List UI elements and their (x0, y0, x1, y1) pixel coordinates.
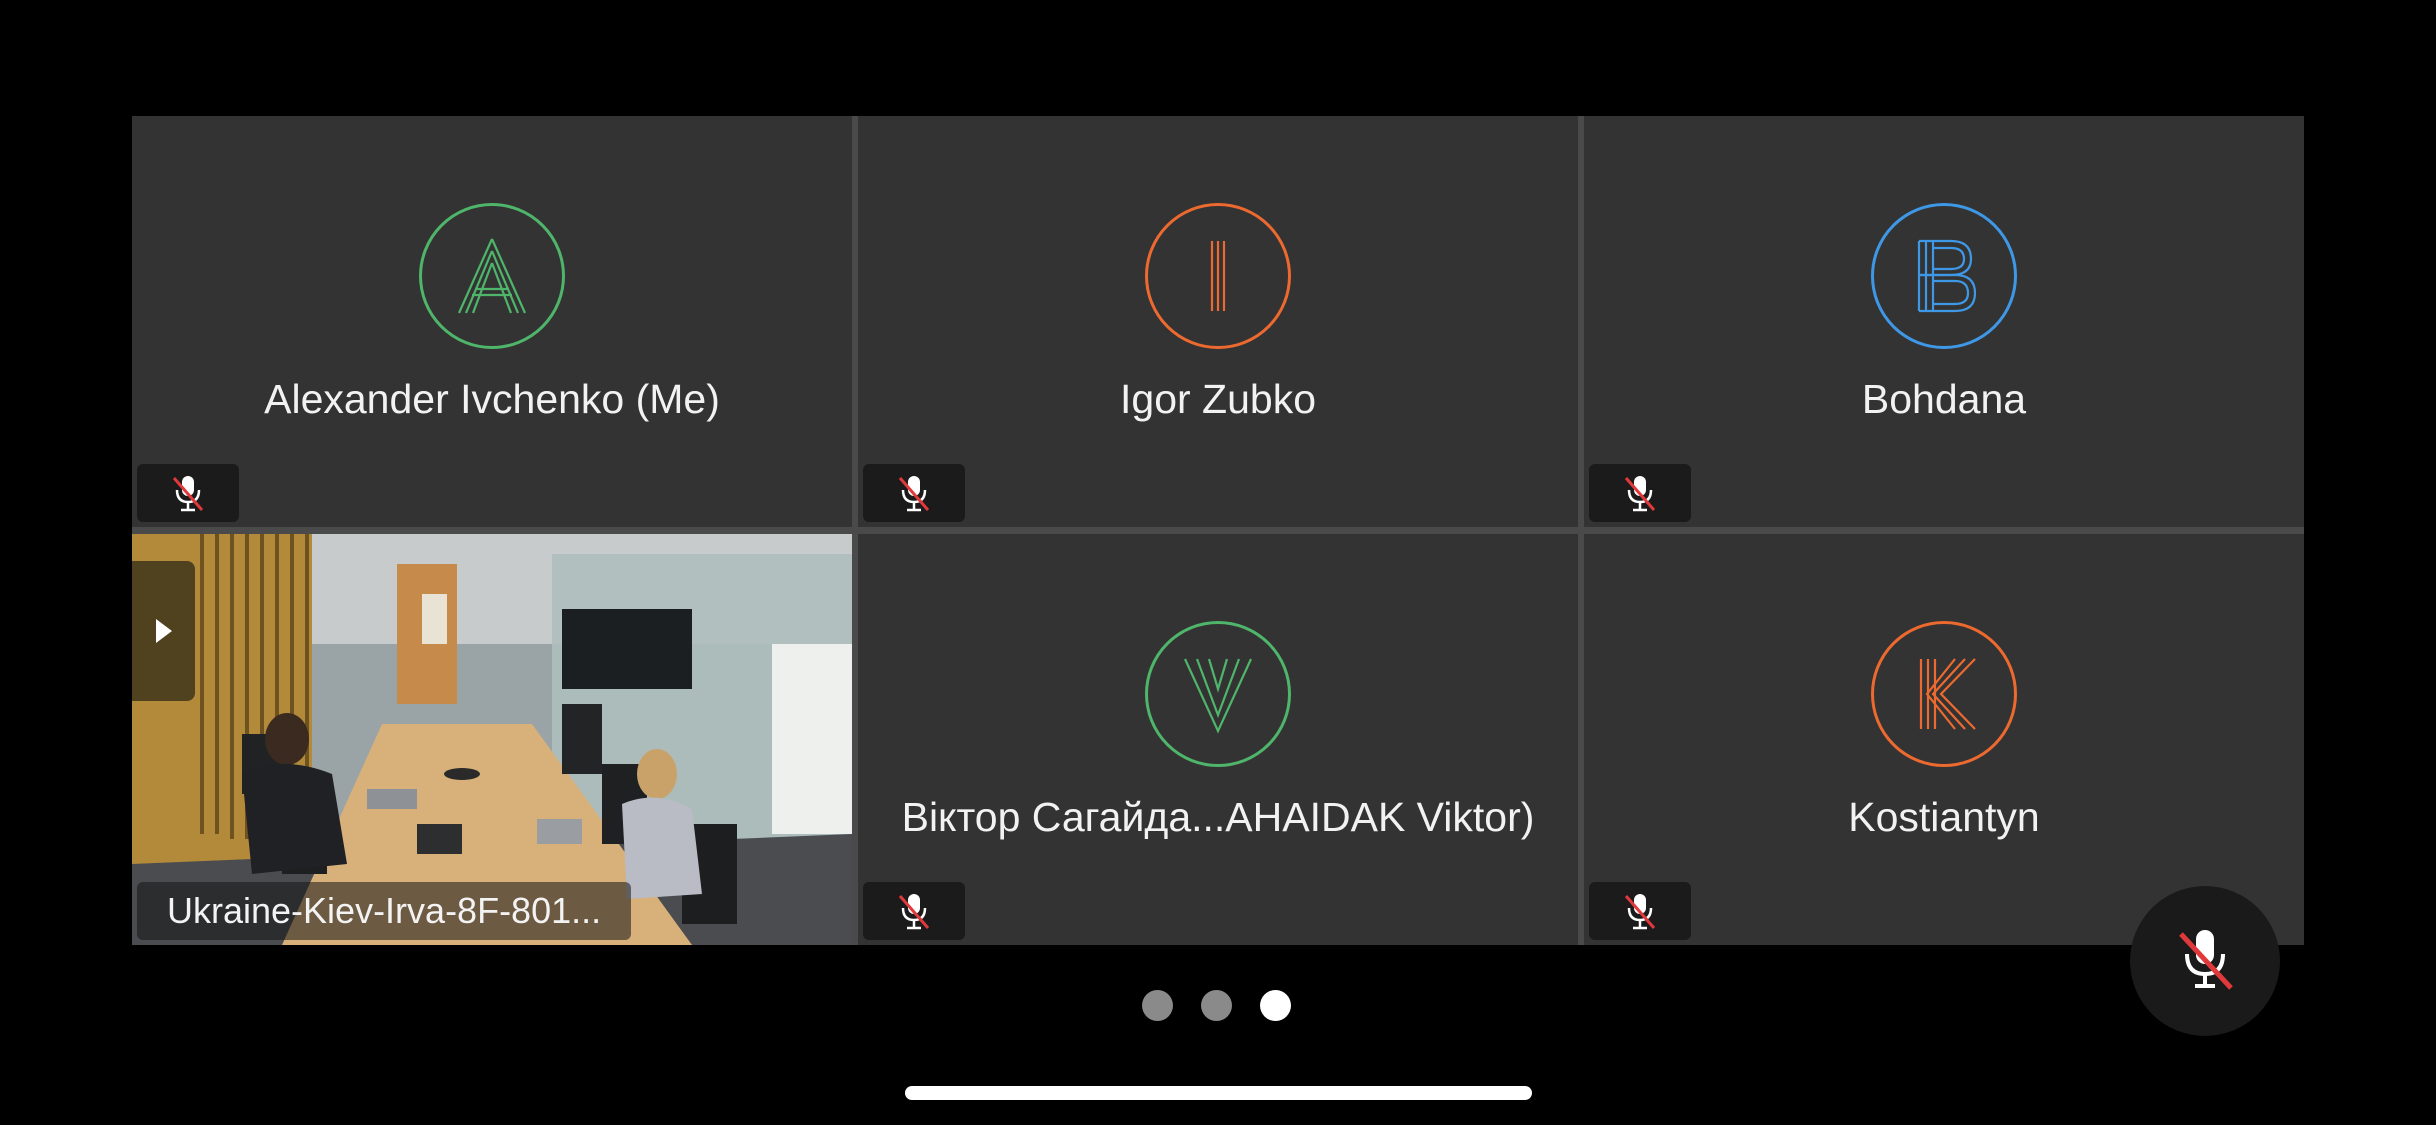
avatar (419, 203, 565, 349)
mic-off-icon (2179, 930, 2233, 990)
letter-a-icon (457, 238, 527, 314)
letter-b-icon (1917, 239, 1977, 313)
page-indicator (1142, 990, 1291, 1021)
letter-k-icon (1919, 658, 1976, 730)
participant-tile[interactable]: Kostiantyn (1584, 534, 2304, 945)
participant-name: Ukraine-Kiev-Irva-8F-801... (137, 882, 632, 940)
participant-name: Kostiantyn (1848, 794, 2040, 840)
chevron-right-icon (155, 619, 172, 643)
participant-name: Alexander Ivchenko (Me) (264, 376, 720, 422)
muted-indicator (863, 882, 965, 940)
letter-i-icon (1210, 241, 1226, 311)
mic-off-icon (1624, 476, 1656, 512)
participant-video-tile[interactable]: Ukraine-Kiev-Irva-8F-801... (132, 534, 852, 945)
mic-off-icon (1624, 894, 1656, 930)
avatar (1145, 621, 1291, 767)
page-dot-current[interactable] (1260, 990, 1291, 1021)
muted-indicator (1589, 464, 1691, 522)
home-indicator[interactable] (905, 1086, 1532, 1100)
avatar (1871, 203, 2017, 349)
avatar (1871, 621, 2017, 767)
mic-off-icon (898, 894, 930, 930)
participant-grid: Alexander Ivchenko (Me) Igor Zubko Bohda… (132, 116, 2304, 945)
page-dot[interactable] (1201, 990, 1232, 1021)
expand-panel-button[interactable] (132, 561, 195, 701)
participant-name: Віктор Сагайда...AHAIDAK Viktor) (901, 794, 1535, 840)
participant-tile[interactable]: Igor Zubko (858, 116, 1578, 527)
participant-name: Igor Zubko (1120, 376, 1316, 422)
unmute-button[interactable] (2130, 886, 2280, 1036)
page-dot[interactable] (1142, 990, 1173, 1021)
mic-off-icon (172, 476, 204, 512)
letter-v-icon (1184, 658, 1252, 734)
participant-tile[interactable]: Bohdana (1584, 116, 2304, 527)
participant-tile[interactable]: Alexander Ivchenko (Me) (132, 116, 852, 527)
muted-indicator (1589, 882, 1691, 940)
participant-tile[interactable]: Віктор Сагайда...AHAIDAK Viktor) (858, 534, 1578, 945)
mic-off-icon (898, 476, 930, 512)
participant-name: Bohdana (1861, 376, 2027, 422)
avatar (1145, 203, 1291, 349)
muted-indicator (137, 464, 239, 522)
muted-indicator (863, 464, 965, 522)
